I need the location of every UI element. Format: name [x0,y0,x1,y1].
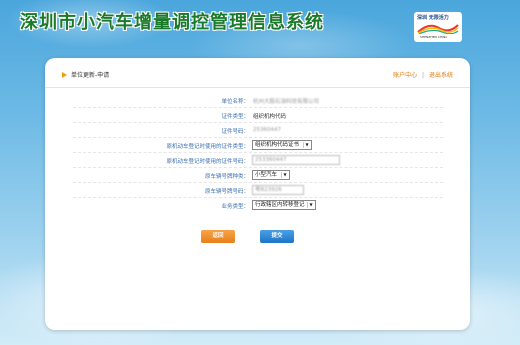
logo-subtext: SHENZHEN CHINA [420,35,448,39]
form-row-original-id-type: 原机动车登记时使用的证件类型： 组织机构代码证书 ▼ [73,138,443,153]
submit-button[interactable]: 提交 [260,230,294,243]
plate-number-input[interactable]: 粤B23926 [252,185,304,195]
logo-text: 深圳 无限活力 [417,15,449,21]
breadcrumb-label: 单位更新-申请 [71,72,110,79]
arrow-right-icon [62,71,67,78]
chevron-down-icon: ▼ [307,202,314,208]
chevron-down-icon: ▼ [281,172,288,178]
business-type-label: 业务类型： [221,204,249,210]
plate-type-selected: 小型汽车 [255,172,278,178]
original-id-type-selected: 组织机构代码证书 [255,142,300,148]
back-button[interactable]: 返回 [201,230,235,243]
unit-name-value: 杭州大股石油科技有限公司 [253,99,320,105]
logo-swoosh-icon [417,24,459,34]
breadcrumb: 单位更新-申请 [62,70,109,79]
header-links: 账户中心 | 退出系统 [393,70,453,79]
original-id-type-select[interactable]: 组织机构代码证书 ▼ [252,140,312,150]
form-row-id-number: 证件号码： 25360447 [73,123,443,138]
link-separator: | [422,72,425,79]
form-row-plate-number: 原车辆号牌号码： 粤B23926 [73,183,443,198]
form-row-business-type: 业务类型： 行政辖区内转移登记 ▼ [73,198,443,213]
plate-type-label: 原车辆号牌种类： [204,174,249,180]
form-row-plate-type: 原车辆号牌种类： 小型汽车 ▼ [73,168,443,183]
id-type-value: 组织机构代码 [253,114,287,120]
plate-type-select[interactable]: 小型汽车 ▼ [252,170,290,180]
update-form: 单位名称： 杭州大股石油科技有限公司 证件类型： 组织机构代码 证件号码： 25… [73,93,443,233]
form-row-unit-name: 单位名称： 杭州大股石油科技有限公司 [73,93,443,108]
account-center-link[interactable]: 账户中心 [393,72,417,79]
plate-number-label: 原车辆号牌号码： [204,189,249,195]
panel-header: 单位更新-申请 账户中心 | 退出系统 [45,58,470,88]
id-number-value: 25360447 [253,127,281,133]
form-row-original-id-number: 原机动车登记时使用的证件号码： 253360447 [73,153,443,168]
id-type-label: 证件类型： [221,114,249,120]
business-type-select[interactable]: 行政辖区内转移登记 ▼ [252,200,316,210]
original-id-number-input[interactable]: 253360447 [252,155,340,165]
chevron-down-icon: ▼ [303,142,310,148]
form-row-id-type: 证件类型： 组织机构代码 [73,108,443,123]
main-panel: 单位更新-申请 账户中心 | 退出系统 单位名称： 杭州大股石油科技有限公司 证… [45,58,470,330]
original-id-number-label: 原机动车登记时使用的证件号码： [166,159,249,165]
id-number-label: 证件号码： [221,129,249,135]
logout-link[interactable]: 退出系统 [429,72,453,79]
original-id-type-label: 原机动车登记时使用的证件类型： [166,144,249,150]
shenzhen-logo: 深圳 无限活力 SHENZHEN CHINA [414,12,462,42]
app-title: 深圳市小汽车增量调控管理信息系统 [20,12,324,33]
unit-name-label: 单位名称： [221,99,249,105]
business-type-selected: 行政辖区内转移登记 [255,202,305,208]
